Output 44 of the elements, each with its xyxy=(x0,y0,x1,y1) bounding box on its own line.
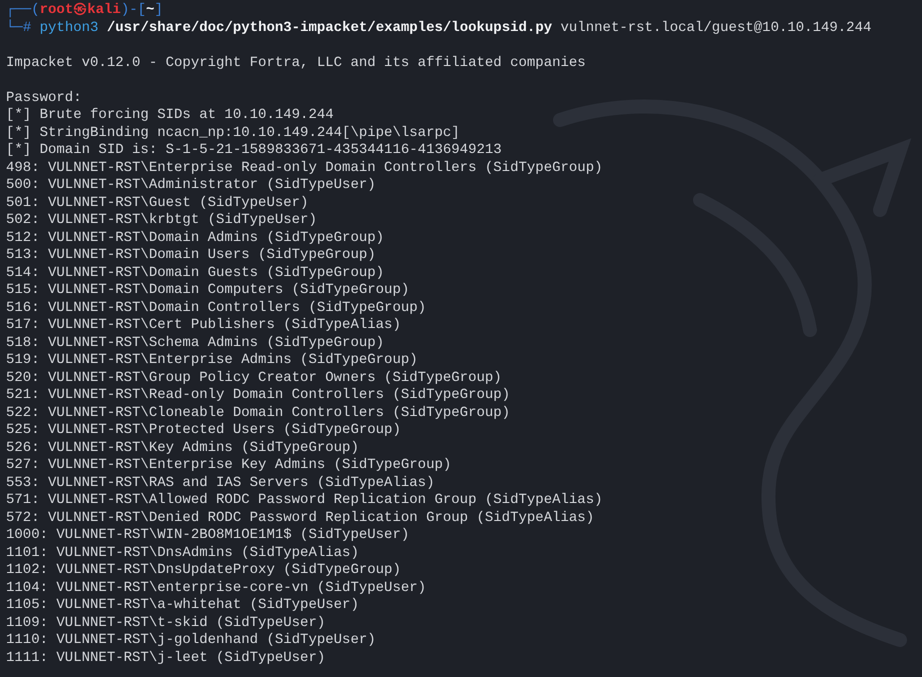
output-line: 520: VULNNET-RST\Group Policy Creator Owners (SidTypeGroup) xyxy=(6,370,502,388)
output-line: 1104: VULNNET-RST\enterprise-core-vn (SidTypeUser) xyxy=(6,580,426,598)
command-script-path: /usr/share/doc/python3-impacket/examples/lookupsid.py xyxy=(106,20,552,38)
output-line: 502: VULNNET-RST\krbtgt (SidTypeUser) xyxy=(6,212,317,230)
output-line: 1105: VULNNET-RST\a-whitehat (SidTypeUser) xyxy=(6,597,359,615)
output-line: 514: VULNNET-RST\Domain Guests (SidTypeGroup) xyxy=(6,264,384,282)
command-argument: vulnnet-rst.local/guest@10.10.149.244 xyxy=(560,20,872,38)
output-line: [*] StringBinding ncacn_np:10.10.149.244[\pipe\lsarpc] xyxy=(6,124,460,142)
output-line: 516: VULNNET-RST\Domain Controllers (SidTypeGroup) xyxy=(6,300,426,318)
output-line: 525: VULNNET-RST\Protected Users (SidTypeGroup) xyxy=(6,422,401,440)
output-line: 1109: VULNNET-RST\t-skid (SidTypeUser) xyxy=(6,614,326,632)
prompt-frame: )-[ xyxy=(120,2,146,20)
output-line: Password: xyxy=(6,90,82,108)
prompt-frame: ┌──( xyxy=(6,2,40,20)
output-line: 1111: VULNNET-RST\j-leet (SidTypeUser) xyxy=(6,650,326,668)
output-line: 1101: VULNNET-RST\DnsAdmins (SidTypeAlias) xyxy=(6,544,359,562)
output-line: 527: VULNNET-RST\Enterprise Key Admins (SidTypeGroup) xyxy=(6,457,452,475)
output-line: 515: VULNNET-RST\Domain Computers (SidTypeGroup) xyxy=(6,282,410,300)
prompt-symbol: # xyxy=(22,20,32,38)
output-line: 501: VULNNET-RST\Guest (SidTypeUser) xyxy=(6,194,308,212)
output-line: 522: VULNNET-RST\Cloneable Domain Controllers (SidTypeGroup) xyxy=(6,404,510,422)
output-line: 500: VULNNET-RST\Administrator (SidTypeUser) xyxy=(6,177,376,195)
output-line: 518: VULNNET-RST\Schema Admins (SidTypeGroup) xyxy=(6,334,384,352)
output-line: 1000: VULNNET-RST\WIN-2BO8M1OE1M1$ (SidTypeUser) xyxy=(6,527,410,545)
output-line: [*] Domain SID is: S-1-5-21-1589833671-435344116-4136949213 xyxy=(6,142,502,160)
prompt-frame: └─ xyxy=(6,20,23,38)
output-line: 519: VULNNET-RST\Enterprise Admins (SidTypeGroup) xyxy=(6,352,418,370)
command-program: python3 xyxy=(40,20,98,38)
output-line: 526: VULNNET-RST\Key Admins (SidTypeGroup) xyxy=(6,440,359,458)
prompt-frame: ] xyxy=(154,2,163,20)
output-line: 513: VULNNET-RST\Domain Users (SidTypeGroup) xyxy=(6,247,376,265)
output-line: 553: VULNNET-RST\RAS and IAS Servers (SidTypeAlias) xyxy=(6,474,434,492)
output-line: 512: VULNNET-RST\Domain Admins (SidTypeGroup) xyxy=(6,230,384,248)
output-line: 498: VULNNET-RST\Enterprise Read-only Domain Controllers (SidTypeGroup) xyxy=(6,160,602,178)
prompt-directory: ~ xyxy=(146,2,154,20)
output-line: 1102: VULNNET-RST\DnsUpdateProxy (SidTypeGroup) xyxy=(6,562,401,580)
output-line: [*] Brute forcing SIDs at 10.10.149.244 xyxy=(6,107,334,125)
prompt-user-host: root㉿kali xyxy=(40,2,121,20)
output-line: 517: VULNNET-RST\Cert Publishers (SidTypeAlias) xyxy=(6,317,401,335)
output-line: 572: VULNNET-RST\Denied RODC Password Replication Group (SidTypeAlias) xyxy=(6,510,594,528)
output-line: 521: VULNNET-RST\Read-only Domain Controllers (SidTypeGroup) xyxy=(6,387,510,405)
output-line: 571: VULNNET-RST\Allowed RODC Password Replication Group (SidTypeAlias) xyxy=(6,492,602,510)
output-line: 1110: VULNNET-RST\j-goldenhand (SidTypeUser) xyxy=(6,632,376,650)
banner-line: Impacket v0.12.0 - Copyright Fortra, LLC and its affiliated companies xyxy=(6,54,586,72)
